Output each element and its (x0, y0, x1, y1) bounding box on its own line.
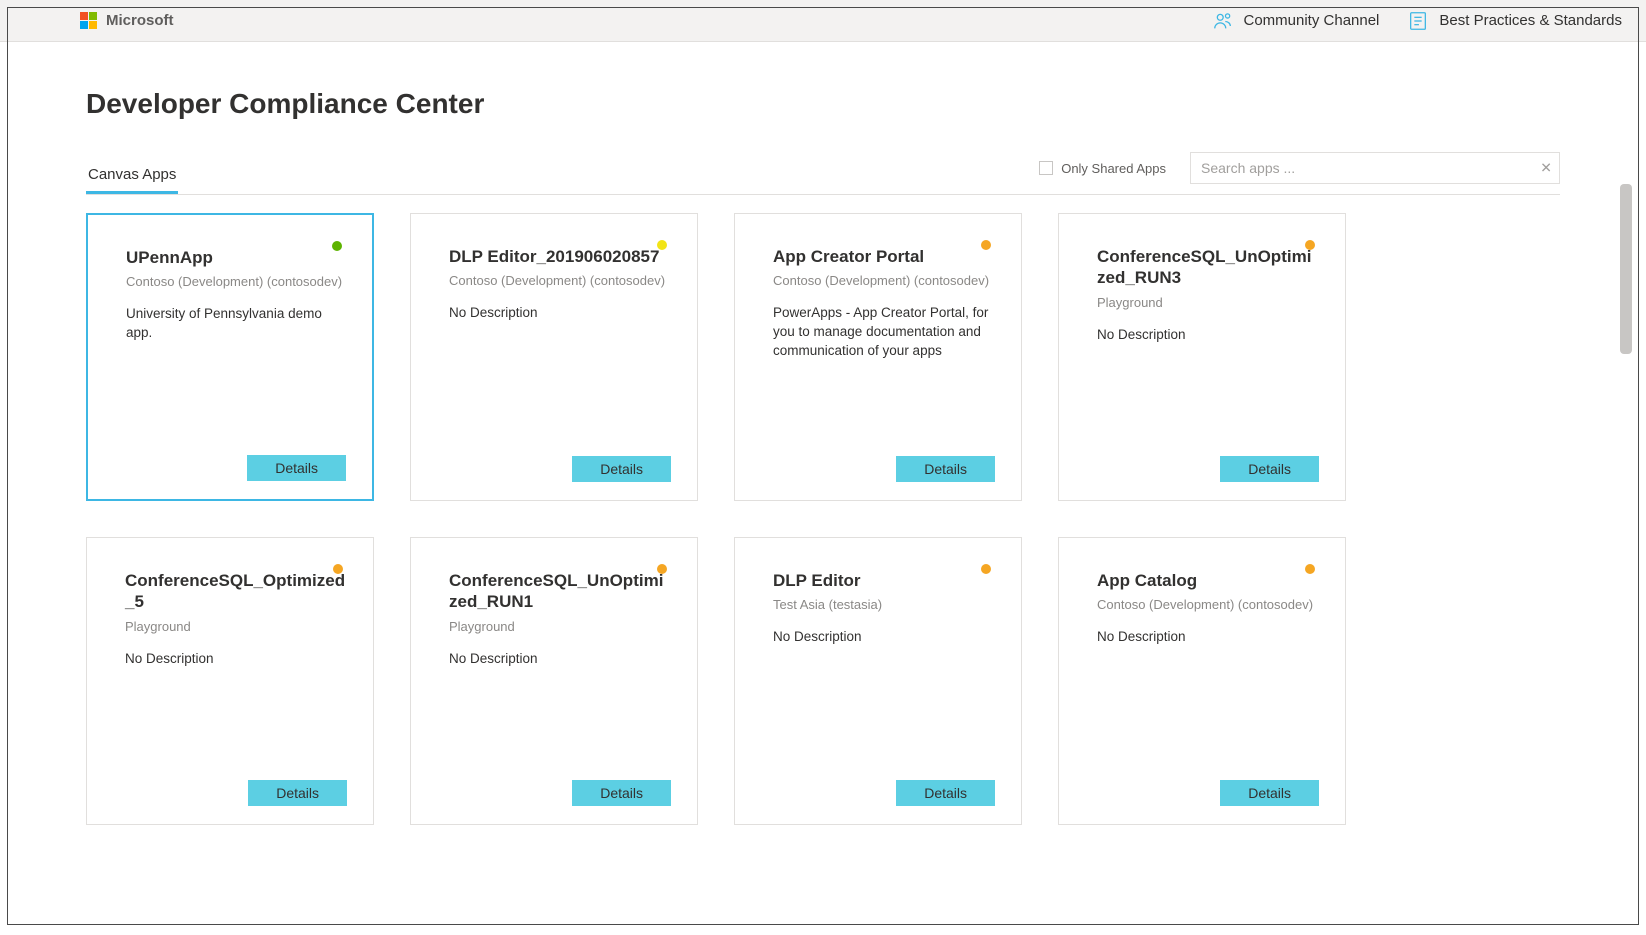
app-environment: Test Asia (testasia) (773, 597, 995, 612)
clear-icon[interactable]: ✕ (1540, 160, 1552, 177)
apps-scroll-area: UPennApp Contoso (Development) (contosode… (86, 195, 1560, 935)
app-description: No Description (773, 628, 995, 780)
status-dot-icon (1305, 240, 1315, 250)
card-footer: Details (449, 780, 671, 806)
app-description: University of Pennsylvania demo app. (126, 305, 346, 455)
app-title: DLP Editor_201906020857 (449, 246, 671, 267)
app-environment: Playground (1097, 295, 1319, 310)
scrollbar-thumb[interactable] (1620, 184, 1632, 354)
details-button[interactable]: Details (896, 780, 995, 806)
search-box: ✕ (1190, 152, 1560, 184)
app-description: PowerApps - App Creator Portal, for you … (773, 304, 995, 456)
app-card[interactable]: ConferenceSQL_UnOptimized_RUN1 Playground… (410, 537, 698, 825)
app-card[interactable]: DLP Editor_201906020857 Contoso (Developm… (410, 213, 698, 501)
details-button[interactable]: Details (572, 780, 671, 806)
brand-area: Microsoft (80, 12, 174, 30)
community-channel-link[interactable]: Community Channel (1212, 10, 1380, 32)
best-practices-link[interactable]: Best Practices & Standards (1407, 10, 1622, 32)
checkbox-icon (1039, 161, 1053, 175)
app-title: ConferenceSQL_Optimized_5 (125, 570, 347, 613)
brand-text: Microsoft (106, 12, 174, 29)
only-shared-apps-checkbox[interactable]: Only Shared Apps (1039, 161, 1166, 176)
app-description: No Description (449, 304, 671, 456)
card-footer: Details (125, 780, 347, 806)
app-card[interactable]: DLP Editor Test Asia (testasia) No Descrip… (734, 537, 1022, 825)
card-footer: Details (1097, 780, 1319, 806)
card-footer: Details (449, 456, 671, 482)
community-channel-label: Community Channel (1244, 12, 1380, 29)
details-button[interactable]: Details (248, 780, 347, 806)
details-button[interactable]: Details (247, 455, 346, 481)
status-dot-icon (333, 564, 343, 574)
app-card[interactable]: App Catalog Contoso (Development) (contos… (1058, 537, 1346, 825)
status-dot-icon (981, 240, 991, 250)
status-dot-icon (657, 564, 667, 574)
details-button[interactable]: Details (896, 456, 995, 482)
document-icon (1407, 10, 1429, 32)
app-environment: Playground (449, 619, 671, 634)
card-footer: Details (773, 780, 995, 806)
toolbar-right: Only Shared Apps ✕ (1039, 152, 1560, 194)
app-environment: Contoso (Development) (contosodev) (449, 273, 671, 288)
people-icon (1212, 10, 1234, 32)
main-content: Developer Compliance Center Canvas Apps … (0, 42, 1646, 935)
app-description: No Description (125, 650, 347, 781)
app-card[interactable]: ConferenceSQL_Optimized_5 Playground No De… (86, 537, 374, 825)
tabs: Canvas Apps (86, 160, 194, 194)
app-description: No Description (449, 650, 671, 781)
status-dot-icon (981, 564, 991, 574)
app-environment: Contoso (Development) (contosodev) (773, 273, 995, 288)
details-button[interactable]: Details (1220, 456, 1319, 482)
best-practices-label: Best Practices & Standards (1439, 12, 1622, 29)
app-card[interactable]: UPennApp Contoso (Development) (contosode… (86, 213, 374, 501)
search-input[interactable] (1190, 152, 1560, 184)
app-title: ConferenceSQL_UnOptimized_RUN1 (449, 570, 671, 613)
details-button[interactable]: Details (572, 456, 671, 482)
app-environment: Contoso (Development) (contosodev) (1097, 597, 1319, 612)
app-description: No Description (1097, 326, 1319, 457)
app-environment: Playground (125, 619, 347, 634)
toolbar-row: Canvas Apps Only Shared Apps ✕ (86, 152, 1560, 195)
app-card[interactable]: App Creator Portal Contoso (Development) … (734, 213, 1022, 501)
app-title: DLP Editor (773, 570, 995, 591)
app-title: ConferenceSQL_UnOptimized_RUN3 (1097, 246, 1319, 289)
app-card[interactable]: ConferenceSQL_UnOptimized_RUN3 Playground… (1058, 213, 1346, 501)
page-title: Developer Compliance Center (86, 88, 1560, 120)
card-footer: Details (1097, 456, 1319, 482)
microsoft-logo-icon (80, 12, 98, 30)
app-environment: Contoso (Development) (contosodev) (126, 274, 346, 289)
status-dot-icon (332, 241, 342, 251)
status-dot-icon (1305, 564, 1315, 574)
apps-grid: UPennApp Contoso (Development) (contosode… (86, 195, 1560, 843)
details-button[interactable]: Details (1220, 780, 1319, 806)
card-footer: Details (773, 456, 995, 482)
app-title: UPennApp (126, 247, 346, 268)
only-shared-label: Only Shared Apps (1061, 161, 1166, 176)
tab-canvas-apps[interactable]: Canvas Apps (86, 160, 178, 194)
app-title: App Creator Portal (773, 246, 995, 267)
card-footer: Details (126, 455, 346, 481)
top-bar: Microsoft Community Channel Best Practic… (0, 0, 1646, 42)
app-title: App Catalog (1097, 570, 1319, 591)
status-dot-icon (657, 240, 667, 250)
app-description: No Description (1097, 628, 1319, 780)
header-links: Community Channel Best Practices & Stand… (1212, 10, 1623, 32)
